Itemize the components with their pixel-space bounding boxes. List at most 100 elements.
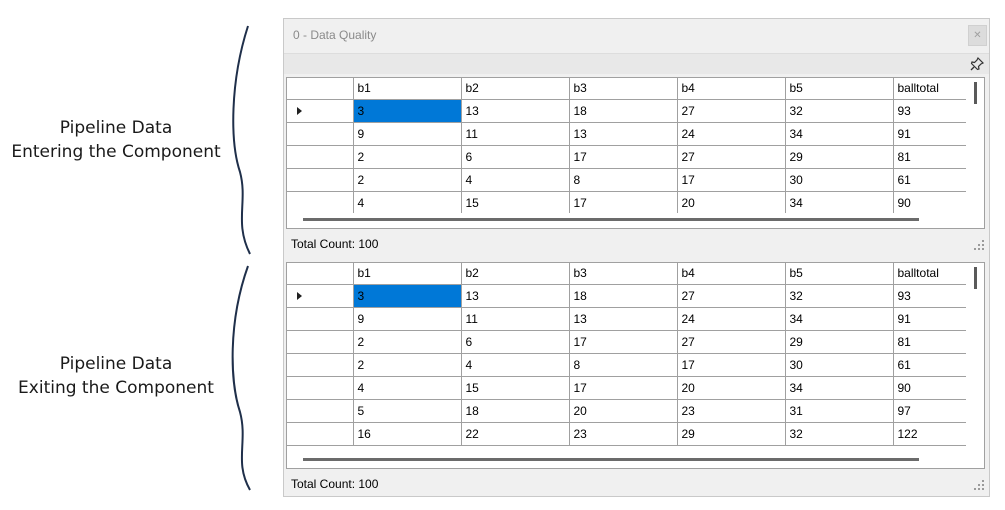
table-cell-b1[interactable]: 16 <box>353 422 462 446</box>
table-row[interactable]: 5 18 20 23 31 97 <box>287 399 982 423</box>
table-cell-b4[interactable]: 24 <box>677 122 786 146</box>
row-header[interactable] <box>287 191 354 215</box>
resize-grip-icon[interactable] <box>973 239 985 251</box>
table-cell-b1[interactable]: 4 <box>353 191 462 215</box>
column-header-b1[interactable]: b1 <box>353 78 462 100</box>
table-cell-b4[interactable]: 27 <box>677 330 786 354</box>
row-header[interactable] <box>287 145 354 169</box>
resize-grip-icon[interactable] <box>973 479 985 491</box>
table-cell-b2[interactable]: 4 <box>461 168 570 192</box>
column-header-b5[interactable]: b5 <box>785 78 894 100</box>
table-cell-b4[interactable]: 17 <box>677 168 786 192</box>
table-cell-b5[interactable]: 32 <box>785 284 894 308</box>
scroll-thumb[interactable] <box>303 218 919 221</box>
row-header[interactable] <box>287 99 354 123</box>
row-header[interactable] <box>287 284 354 308</box>
table-cell-b4[interactable]: 23 <box>677 399 786 423</box>
column-header-b3[interactable]: b3 <box>569 263 678 285</box>
table-cell-b4[interactable]: 27 <box>677 99 786 123</box>
table-cell-b1[interactable]: 2 <box>353 330 462 354</box>
table-cell-b1[interactable]: 9 <box>353 122 462 146</box>
table-cell-b1[interactable]: 3 <box>353 99 462 123</box>
title-bar[interactable]: 0 - Data Quality ✕ <box>284 19 989 52</box>
table-cell-b5[interactable]: 34 <box>785 191 894 215</box>
column-header-b5[interactable]: b5 <box>785 263 894 285</box>
output-grid-horizontal-scrollbar[interactable] <box>287 453 984 467</box>
table-row[interactable]: 2 4 8 17 30 61 <box>287 168 982 192</box>
row-header[interactable] <box>287 122 354 146</box>
close-button[interactable]: ✕ <box>968 25 987 46</box>
table-cell-b3[interactable]: 17 <box>569 191 678 215</box>
table-cell-b3[interactable]: 8 <box>569 168 678 192</box>
table-cell-b5[interactable]: 29 <box>785 330 894 354</box>
table-row[interactable]: 3 13 18 27 32 93 <box>287 284 982 308</box>
corner-header-cell[interactable] <box>287 78 354 100</box>
row-header[interactable] <box>287 376 354 400</box>
input-grid-horizontal-scrollbar[interactable] <box>287 213 984 227</box>
table-cell-b1[interactable]: 3 <box>353 284 462 308</box>
table-cell-b2[interactable]: 6 <box>461 330 570 354</box>
table-cell-b3[interactable]: 23 <box>569 422 678 446</box>
table-cell-b2[interactable]: 22 <box>461 422 570 446</box>
table-cell-b3[interactable]: 17 <box>569 330 678 354</box>
corner-header-cell[interactable] <box>287 263 354 285</box>
table-cell-b2[interactable]: 15 <box>461 376 570 400</box>
table-cell-b5[interactable]: 32 <box>785 422 894 446</box>
table-cell-b5[interactable]: 34 <box>785 376 894 400</box>
pin-icon[interactable] <box>969 56 985 72</box>
table-row[interactable]: 2 6 17 27 29 81 <box>287 330 982 354</box>
table-cell-b4[interactable]: 20 <box>677 376 786 400</box>
table-cell-b3[interactable]: 20 <box>569 399 678 423</box>
row-header[interactable] <box>287 399 354 423</box>
column-header-b2[interactable]: b2 <box>461 78 570 100</box>
table-cell-b5[interactable]: 32 <box>785 99 894 123</box>
table-cell-b2[interactable]: 13 <box>461 284 570 308</box>
table-cell-b4[interactable]: 24 <box>677 307 786 331</box>
row-header[interactable] <box>287 353 354 377</box>
table-cell-b4[interactable]: 20 <box>677 191 786 215</box>
table-cell-b1[interactable]: 5 <box>353 399 462 423</box>
table-cell-b2[interactable]: 4 <box>461 353 570 377</box>
column-header-b4[interactable]: b4 <box>677 263 786 285</box>
column-header-b3[interactable]: b3 <box>569 78 678 100</box>
column-header-b1[interactable]: b1 <box>353 263 462 285</box>
table-cell-b1[interactable]: 4 <box>353 376 462 400</box>
table-cell-b5[interactable]: 30 <box>785 168 894 192</box>
row-header[interactable] <box>287 422 354 446</box>
column-header-b2[interactable]: b2 <box>461 263 570 285</box>
table-cell-b3[interactable]: 18 <box>569 99 678 123</box>
table-cell-b1[interactable]: 2 <box>353 168 462 192</box>
table-row[interactable]: 9 11 13 24 34 91 <box>287 122 982 146</box>
input-grid-vertical-scrollbar[interactable] <box>966 78 984 213</box>
table-row[interactable]: 2 4 8 17 30 61 <box>287 353 982 377</box>
table-cell-b3[interactable]: 18 <box>569 284 678 308</box>
row-header[interactable] <box>287 168 354 192</box>
table-cell-b3[interactable]: 17 <box>569 376 678 400</box>
table-cell-b1[interactable]: 2 <box>353 145 462 169</box>
table-cell-b5[interactable]: 29 <box>785 145 894 169</box>
output-grid-vertical-scrollbar[interactable] <box>966 263 984 453</box>
table-cell-b1[interactable]: 9 <box>353 307 462 331</box>
output-data-grid[interactable]: b1 b2 b3 b4 b5 balltotal 3 13 18 27 32 93 9 11 13 24 34… <box>286 262 985 469</box>
table-cell-b2[interactable]: 13 <box>461 99 570 123</box>
table-cell-b1[interactable]: 2 <box>353 353 462 377</box>
table-cell-b3[interactable]: 13 <box>569 307 678 331</box>
table-cell-b5[interactable]: 34 <box>785 307 894 331</box>
scroll-thumb[interactable] <box>974 267 977 289</box>
table-cell-b5[interactable]: 34 <box>785 122 894 146</box>
table-cell-b2[interactable]: 18 <box>461 399 570 423</box>
row-header[interactable] <box>287 307 354 331</box>
table-cell-b3[interactable]: 8 <box>569 353 678 377</box>
table-row[interactable]: 4 15 17 20 34 90 <box>287 191 982 215</box>
table-row[interactable]: 4 15 17 20 34 90 <box>287 376 982 400</box>
table-cell-b2[interactable]: 6 <box>461 145 570 169</box>
table-cell-b2[interactable]: 11 <box>461 122 570 146</box>
table-cell-b3[interactable]: 13 <box>569 122 678 146</box>
table-row[interactable]: 2 6 17 27 29 81 <box>287 145 982 169</box>
table-cell-b3[interactable]: 17 <box>569 145 678 169</box>
scroll-thumb[interactable] <box>974 82 977 104</box>
table-cell-b2[interactable]: 15 <box>461 191 570 215</box>
table-cell-b5[interactable]: 30 <box>785 353 894 377</box>
table-cell-b4[interactable]: 29 <box>677 422 786 446</box>
table-cell-b5[interactable]: 31 <box>785 399 894 423</box>
